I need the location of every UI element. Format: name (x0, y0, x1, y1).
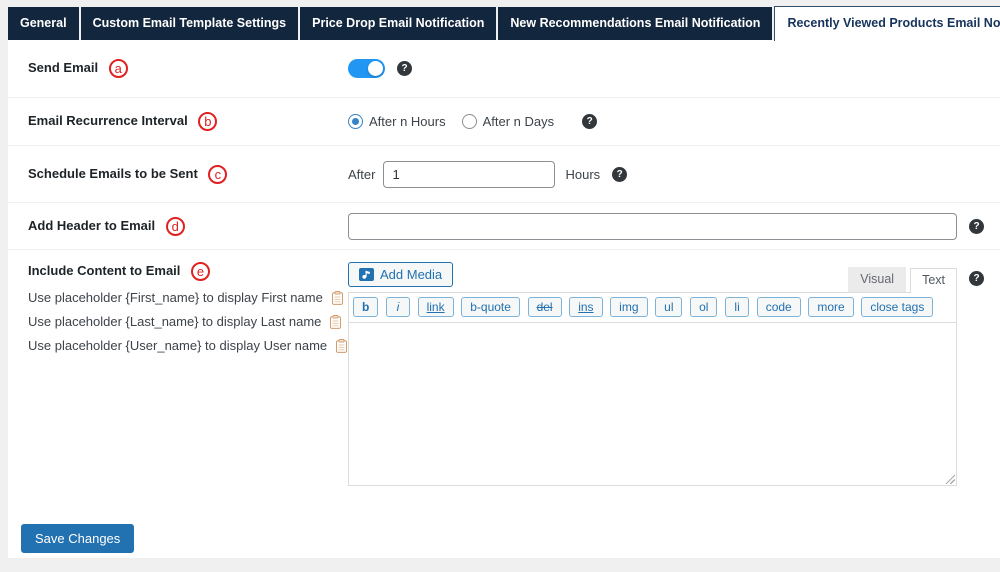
marker-e: e (191, 262, 210, 281)
marker-a: a (109, 59, 128, 78)
quicktags-toolbar: b i link b-quote del ins img ul ol li co… (349, 293, 956, 322)
send-email-label: Send Email (28, 60, 98, 75)
placeholder-user-name: Use placeholder {User_name} to display U… (28, 338, 348, 353)
content-label: Include Content to Email (28, 263, 180, 278)
row-include-content: Include Content to Email e Use placehold… (8, 250, 1000, 500)
content-field: Add Media Visual Text b i link b-quote (348, 262, 1000, 486)
help-icon[interactable]: ? (612, 167, 627, 182)
schedule-suffix-label: Hours (565, 167, 600, 182)
italic-button[interactable]: i (386, 297, 410, 317)
copy-clipboard-icon[interactable] (330, 315, 341, 329)
email-header-input[interactable] (348, 213, 957, 240)
del-button[interactable]: del (528, 297, 562, 317)
settings-page: General Custom Email Template Settings P… (0, 0, 1000, 558)
row-schedule-emails: Schedule Emails to be Sent c After Hours… (8, 146, 1000, 203)
li-button[interactable]: li (725, 297, 749, 317)
email-content-editor: Add Media Visual Text b i link b-quote (348, 262, 957, 486)
save-changes-button[interactable]: Save Changes (21, 524, 134, 553)
email-content-textarea[interactable] (349, 322, 956, 485)
tab-bar: General Custom Email Template Settings P… (0, 0, 1000, 40)
send-email-toggle[interactable] (348, 59, 385, 78)
editor-media-row: Add Media Visual Text (348, 262, 957, 292)
radio-after-n-hours-label[interactable]: After n Hours (369, 114, 446, 129)
header-label: Add Header to Email (28, 217, 155, 232)
copy-clipboard-icon[interactable] (332, 291, 343, 305)
add-media-label: Add Media (380, 267, 442, 282)
blockquote-button[interactable]: b-quote (461, 297, 520, 317)
help-icon[interactable]: ? (582, 114, 597, 129)
link-button[interactable]: link (418, 297, 454, 317)
recurrence-label-group: Email Recurrence Interval b (8, 112, 348, 131)
recurrence-label: Email Recurrence Interval (28, 113, 188, 128)
marker-b: b (198, 112, 217, 131)
row-send-email: Send Email a ? (8, 40, 1000, 98)
more-button[interactable]: more (808, 297, 853, 317)
radio-after-n-hours[interactable] (348, 114, 363, 129)
schedule-field: After Hours ? (348, 161, 1000, 188)
schedule-hours-input[interactable] (383, 161, 555, 188)
tab-custom-email-template-settings[interactable]: Custom Email Template Settings (81, 7, 299, 40)
close-tags-button[interactable]: close tags (861, 297, 933, 317)
help-icon[interactable]: ? (397, 61, 412, 76)
radio-after-n-days-label[interactable]: After n Days (483, 114, 555, 129)
send-email-label-group: Send Email a (8, 59, 348, 78)
ins-button[interactable]: ins (569, 297, 602, 317)
editor-mode-tabs: Visual Text (848, 267, 957, 292)
recurrence-radio-group: After n Hours After n Days (348, 114, 570, 129)
content-label-group: Include Content to Email e Use placehold… (8, 262, 348, 353)
marker-d: d (166, 217, 185, 236)
tab-general[interactable]: General (8, 7, 79, 40)
copy-clipboard-icon[interactable] (336, 339, 347, 353)
placeholder-first-name: Use placeholder {First_name} to display … (28, 290, 348, 305)
send-email-field: ? (348, 59, 1000, 78)
code-button[interactable]: code (757, 297, 801, 317)
tab-new-recommendations-email-notification[interactable]: New Recommendations Email Notification (498, 7, 772, 40)
row-email-recurrence-interval: Email Recurrence Interval b After n Hour… (8, 98, 1000, 146)
text-tab[interactable]: Text (910, 268, 957, 293)
recurrence-field: After n Hours After n Days ? (348, 114, 1000, 129)
placeholder-first-name-text: Use placeholder {First_name} to display … (28, 290, 323, 305)
help-icon[interactable]: ? (969, 271, 984, 286)
img-button[interactable]: img (610, 297, 647, 317)
visual-tab[interactable]: Visual (848, 267, 906, 292)
placeholder-last-name-text: Use placeholder {Last_name} to display L… (28, 314, 321, 329)
schedule-label: Schedule Emails to be Sent (28, 165, 198, 180)
add-media-button[interactable]: Add Media (348, 262, 453, 287)
help-icon[interactable]: ? (969, 219, 984, 234)
header-field: ? (348, 213, 1000, 240)
ul-button[interactable]: ul (655, 297, 682, 317)
header-label-group: Add Header to Email d (8, 217, 348, 236)
marker-c: c (208, 165, 227, 184)
add-media-icon (359, 268, 374, 281)
toggle-knob (368, 61, 383, 76)
ol-button[interactable]: ol (690, 297, 717, 317)
content-label-line: Include Content to Email e (28, 262, 348, 281)
schedule-label-group: Schedule Emails to be Sent c (8, 165, 348, 184)
editor-frame: b i link b-quote del ins img ul ol li co… (348, 292, 957, 486)
settings-panel: Send Email a ? Email Recurrence Interval… (8, 40, 1000, 558)
tab-recently-viewed-products-email-notification[interactable]: Recently Viewed Products Email Notificat… (774, 6, 1000, 41)
row-add-header: Add Header to Email d ? (8, 203, 1000, 250)
resize-handle[interactable] (944, 473, 955, 484)
placeholder-user-name-text: Use placeholder {User_name} to display U… (28, 338, 327, 353)
placeholder-last-name: Use placeholder {Last_name} to display L… (28, 314, 348, 329)
tab-price-drop-email-notification[interactable]: Price Drop Email Notification (300, 7, 496, 40)
schedule-prefix-label: After (348, 167, 375, 182)
bold-button[interactable]: b (353, 297, 378, 317)
radio-after-n-days[interactable] (462, 114, 477, 129)
footer-row: Save Changes (8, 500, 1000, 553)
